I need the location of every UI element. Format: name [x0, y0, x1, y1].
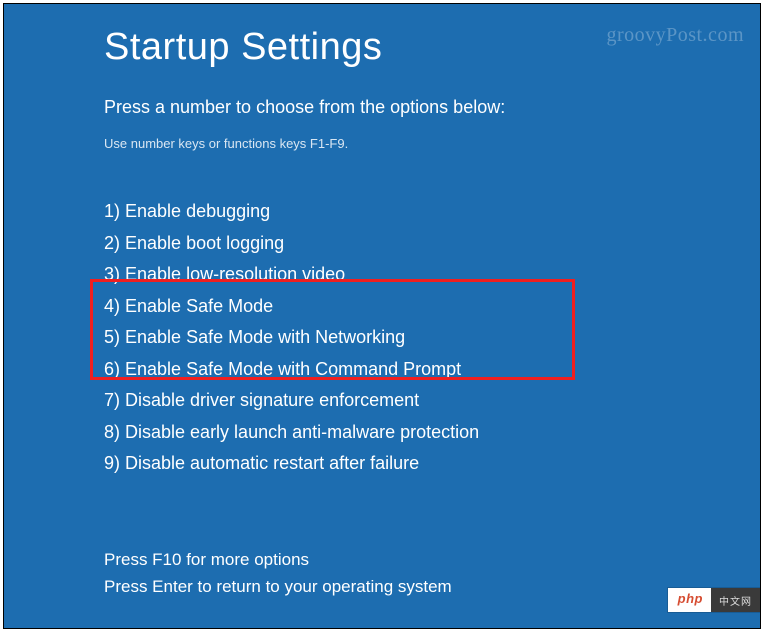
more-options-instruction: Press F10 for more options: [104, 546, 452, 573]
option-5-enable-safe-mode-networking[interactable]: 5) Enable Safe Mode with Networking: [104, 322, 660, 354]
badge-zhongwen-label: 中文网: [711, 588, 760, 612]
instruction-text: Press a number to choose from the option…: [104, 97, 660, 118]
option-7-disable-driver-signature[interactable]: 7) Disable driver signature enforcement: [104, 385, 660, 417]
option-2-enable-boot-logging[interactable]: 2) Enable boot logging: [104, 228, 660, 260]
return-instruction: Press Enter to return to your operating …: [104, 573, 452, 600]
page-title: Startup Settings: [104, 26, 660, 69]
startup-settings-screen: Startup Settings Press a number to choos…: [3, 3, 761, 629]
hint-text: Use number keys or functions keys F1-F9.: [104, 136, 660, 151]
badge-php-label: php: [668, 588, 711, 612]
option-9-disable-automatic-restart[interactable]: 9) Disable automatic restart after failu…: [104, 448, 660, 480]
source-badge: php 中文网: [668, 588, 760, 612]
option-8-disable-anti-malware[interactable]: 8) Disable early launch anti-malware pro…: [104, 417, 660, 449]
option-1-enable-debugging[interactable]: 1) Enable debugging: [104, 196, 660, 228]
options-list: 1) Enable debugging 2) Enable boot loggi…: [104, 196, 660, 480]
option-3-enable-low-resolution-video[interactable]: 3) Enable low-resolution video: [104, 259, 660, 291]
footer-instructions: Press F10 for more options Press Enter t…: [104, 546, 452, 600]
option-6-enable-safe-mode-command-prompt[interactable]: 6) Enable Safe Mode with Command Prompt: [104, 354, 660, 386]
option-4-enable-safe-mode[interactable]: 4) Enable Safe Mode: [104, 291, 660, 323]
